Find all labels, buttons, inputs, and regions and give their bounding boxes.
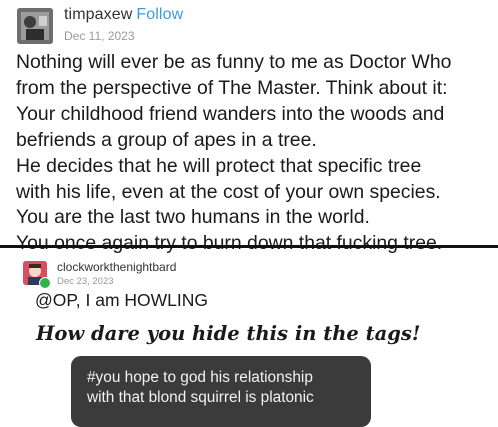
tags-box: #you hope to god his relationship with t… xyxy=(71,356,371,427)
post-text-line: He decides that he will protect that spe… xyxy=(16,154,422,177)
post-author: timpaxew Follow xyxy=(64,6,183,24)
post-reblog: clockworkthenightbard Dec 23, 2023 @OP, … xyxy=(0,248,498,427)
post-date: Dec 23, 2023 xyxy=(57,276,114,287)
post-text-line: befriends a group of apes in a tree. xyxy=(16,128,317,151)
post-text-line: with his life, even at the cost of your … xyxy=(16,180,441,203)
post-original: timpaxew Follow Dec 11, 2023 Nothing will… xyxy=(0,0,498,254)
highlight-text: How dare you hide this in the tags! xyxy=(36,322,421,345)
follow-button[interactable]: Follow xyxy=(136,6,183,23)
reply-text: @OP, I am HOWLING xyxy=(35,290,209,310)
tag-line[interactable]: #you hope to god his relationship xyxy=(87,368,371,388)
avatar[interactable] xyxy=(23,261,51,289)
username-link[interactable]: timpaxew xyxy=(64,6,132,23)
post-body: Nothing will ever be as funny to me as D… xyxy=(16,50,492,257)
post-text-line: Your childhood friend wanders into the w… xyxy=(16,102,445,125)
post-date: Dec 11, 2023 xyxy=(64,29,135,43)
tag-line[interactable]: with that blond squirrel is platonic xyxy=(87,388,371,408)
username-link[interactable]: clockworkthenightbard xyxy=(57,260,176,274)
online-indicator-icon xyxy=(39,277,51,289)
post-text-line: Nothing will ever be as funny to me as D… xyxy=(16,51,452,73)
post-text-line: from the perspective of The Master. Thin… xyxy=(16,76,448,99)
avatar[interactable] xyxy=(17,8,53,44)
post-text-line: You are the last two humans in the world… xyxy=(16,206,370,229)
